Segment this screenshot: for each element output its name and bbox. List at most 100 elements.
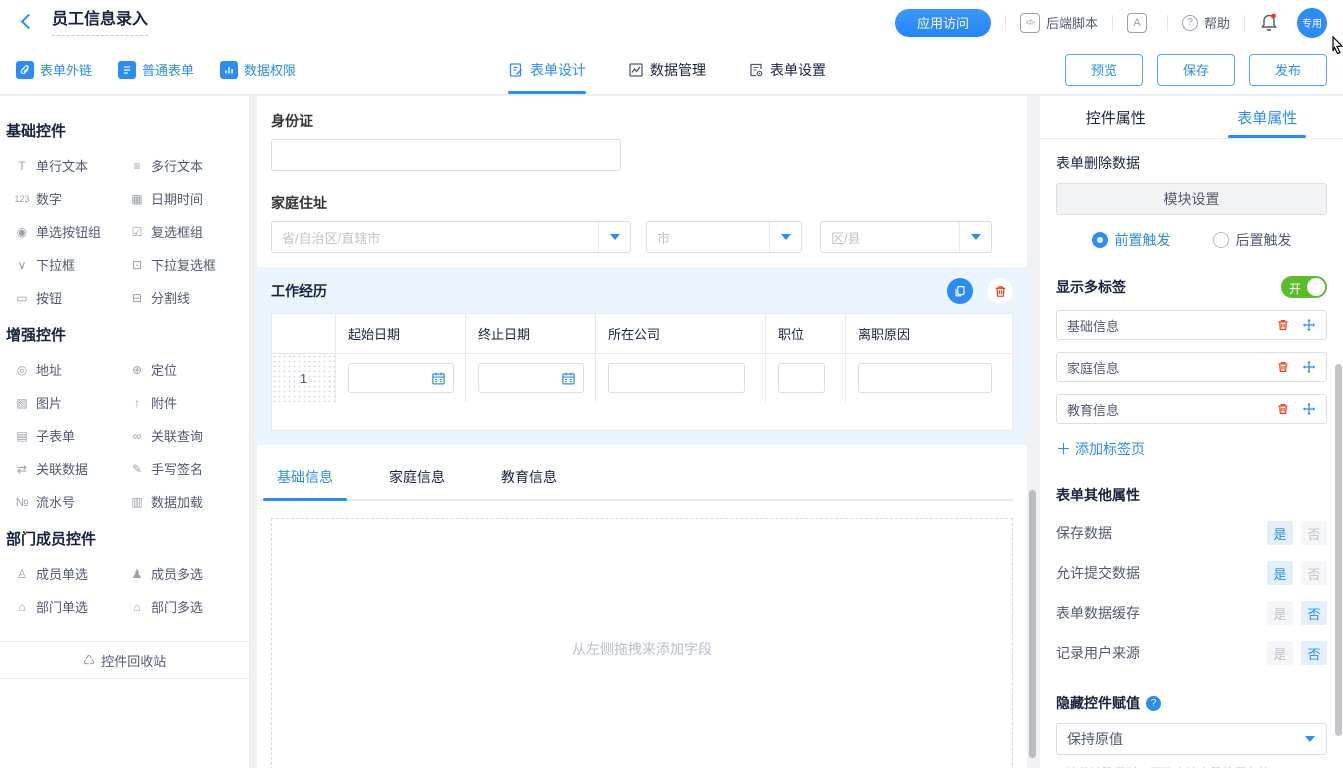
signature-icon: ✎ [127, 462, 147, 476]
control-item[interactable]: ≡多行文本 [127, 149, 242, 182]
form-tab-basic-info[interactable]: 基础信息 [271, 467, 339, 499]
mouse-cursor [1330, 36, 1343, 56]
id-card-input[interactable] [271, 139, 621, 171]
control-label: 关联数据 [36, 459, 88, 478]
member-multi-icon: ♟ [127, 567, 147, 581]
backend-script-button[interactable]: </> 后端脚本 [1020, 13, 1098, 33]
control-item[interactable]: ✎手写签名 [127, 452, 242, 485]
control-item[interactable]: ⊟分割线 [127, 281, 242, 314]
yes-option[interactable]: 是 [1267, 601, 1293, 625]
trash-icon[interactable] [1276, 402, 1290, 416]
back-icon[interactable] [16, 12, 38, 34]
language-icon: A [1127, 13, 1147, 33]
copy-icon[interactable] [947, 278, 973, 304]
trash-icon[interactable] [1276, 360, 1290, 374]
hidden-value-select[interactable]: 保持原值 [1056, 723, 1327, 755]
trash-icon[interactable] [1276, 318, 1290, 332]
control-item[interactable]: ⊡下拉复选框 [127, 248, 242, 281]
control-recycle-bin[interactable]: ♺ 控件回收站 [0, 641, 249, 679]
publish-button[interactable]: 发布 [1249, 54, 1327, 86]
form-external-link-tab[interactable]: 表单外链 [16, 60, 92, 79]
drop-zone[interactable]: 从左侧拖拽来添加字段 [271, 518, 1013, 768]
control-item[interactable]: ☑复选框组 [127, 215, 242, 248]
yes-option[interactable]: 是 [1267, 521, 1293, 545]
multi-tab-toggle[interactable]: 开 [1281, 276, 1327, 298]
province-select[interactable]: 省/自治区/直辖市 [271, 221, 631, 253]
end-date-input[interactable] [478, 363, 584, 393]
prop-row-save-data: 保存数据 是 否 [1056, 521, 1327, 545]
canvas-scrollbar[interactable] [1029, 490, 1036, 758]
no-option[interactable]: 否 [1301, 601, 1327, 625]
control-item[interactable]: ▧图片 [12, 386, 127, 419]
tab-list-item[interactable]: 家庭信息 [1056, 352, 1327, 382]
help-button[interactable]: ? 帮助 [1182, 13, 1230, 32]
control-item[interactable]: ⌂部门多选 [127, 590, 242, 623]
district-select[interactable]: 区/县 [820, 221, 992, 253]
move-icon[interactable] [1302, 402, 1316, 416]
radio-post-trigger[interactable]: 后置触发 [1213, 230, 1292, 250]
yes-option[interactable]: 是 [1267, 561, 1293, 585]
notification-bell-icon[interactable] [1259, 12, 1279, 34]
normal-form-tab[interactable]: 普通表单 [118, 60, 194, 79]
prop-label: 表单数据缓存 [1056, 603, 1140, 623]
control-item[interactable]: ∨下拉框 [12, 248, 127, 281]
save-button[interactable]: 保存 [1157, 54, 1235, 86]
trash-icon[interactable] [987, 278, 1013, 304]
module-settings-button[interactable]: 模块设置 [1056, 183, 1327, 215]
control-item[interactable]: ⊕定位 [127, 353, 242, 386]
data-permission-tab[interactable]: 数据权限 [220, 60, 296, 79]
control-label: 地址 [36, 360, 62, 379]
form-tab-education-info[interactable]: 教育信息 [495, 467, 563, 499]
app-access-button[interactable]: 应用访问 [895, 9, 991, 37]
leave-reason-input[interactable] [858, 363, 992, 393]
language-button[interactable]: A [1127, 13, 1153, 33]
no-option[interactable]: 否 [1301, 521, 1327, 545]
form-tab-family-info[interactable]: 家庭信息 [383, 467, 451, 499]
page-title[interactable]: 员工信息录入 [52, 10, 148, 36]
control-item[interactable]: ⇄关联数据 [12, 452, 127, 485]
position-input[interactable] [778, 363, 825, 393]
tab-list-item[interactable]: 基础信息 [1056, 310, 1327, 340]
control-item[interactable]: ▦日期时间 [127, 182, 242, 215]
radio-pre-trigger[interactable]: 前置触发 [1092, 230, 1171, 250]
control-label: 单行文本 [36, 156, 88, 175]
tab-data-manage[interactable]: 数据管理 [628, 45, 706, 95]
tab-form-properties[interactable]: 表单属性 [1192, 96, 1343, 138]
control-item[interactable]: ◎地址 [12, 353, 127, 386]
control-item[interactable]: ▭按钮 [12, 281, 127, 314]
control-item[interactable]: ♟成员多选 [127, 557, 242, 590]
control-item[interactable]: №流水号 [12, 485, 127, 518]
control-item[interactable]: ⌂部门单选 [12, 590, 127, 623]
datetime-icon: ▦ [127, 192, 147, 206]
move-icon[interactable] [1302, 360, 1316, 374]
move-icon[interactable] [1302, 318, 1316, 332]
control-item[interactable]: ↑附件 [127, 386, 242, 419]
no-option[interactable]: 否 [1301, 641, 1327, 665]
panel-scrollbar[interactable] [1335, 364, 1342, 736]
tab-item-label: 教育信息 [1067, 400, 1119, 419]
control-item[interactable]: ◉单选按钮组 [12, 215, 127, 248]
start-date-input[interactable] [348, 363, 454, 393]
tab-form-settings[interactable]: 表单设置 [748, 45, 826, 95]
yes-option[interactable]: 是 [1267, 641, 1293, 665]
control-item[interactable]: ▥数据加载 [127, 485, 242, 518]
control-item[interactable]: ▤子表单 [12, 419, 127, 452]
add-tab-link[interactable]: ＋ 添加标签页 [1056, 438, 1327, 459]
control-item[interactable]: 123数字 [12, 182, 127, 215]
tab-list-item[interactable]: 教育信息 [1056, 394, 1327, 424]
control-item[interactable]: ∞关联查询 [127, 419, 242, 452]
preview-button[interactable]: 预览 [1065, 54, 1143, 86]
avatar[interactable]: 专用 [1297, 8, 1327, 38]
tab-form-design[interactable]: 表单设计 [508, 45, 586, 95]
subform-work-history[interactable]: 工作经历 [257, 267, 1027, 445]
control-item[interactable]: T单行文本 [12, 149, 127, 182]
hidden-value-note: 控件被隐藏时，不改变该字段的原有值 [1056, 764, 1327, 768]
pre-trigger-label: 前置触发 [1115, 230, 1171, 250]
company-input[interactable] [608, 363, 745, 393]
no-option[interactable]: 否 [1301, 561, 1327, 585]
help-question-icon[interactable]: ? [1146, 696, 1161, 711]
city-select[interactable]: 市 [646, 221, 802, 253]
controls-sidebar: 基础控件 T单行文本 ≡多行文本 123数字 ▦日期时间 ◉单选按钮组 ☑复选框… [0, 96, 250, 768]
control-item[interactable]: ♙成员单选 [12, 557, 127, 590]
tab-control-properties[interactable]: 控件属性 [1040, 96, 1192, 138]
